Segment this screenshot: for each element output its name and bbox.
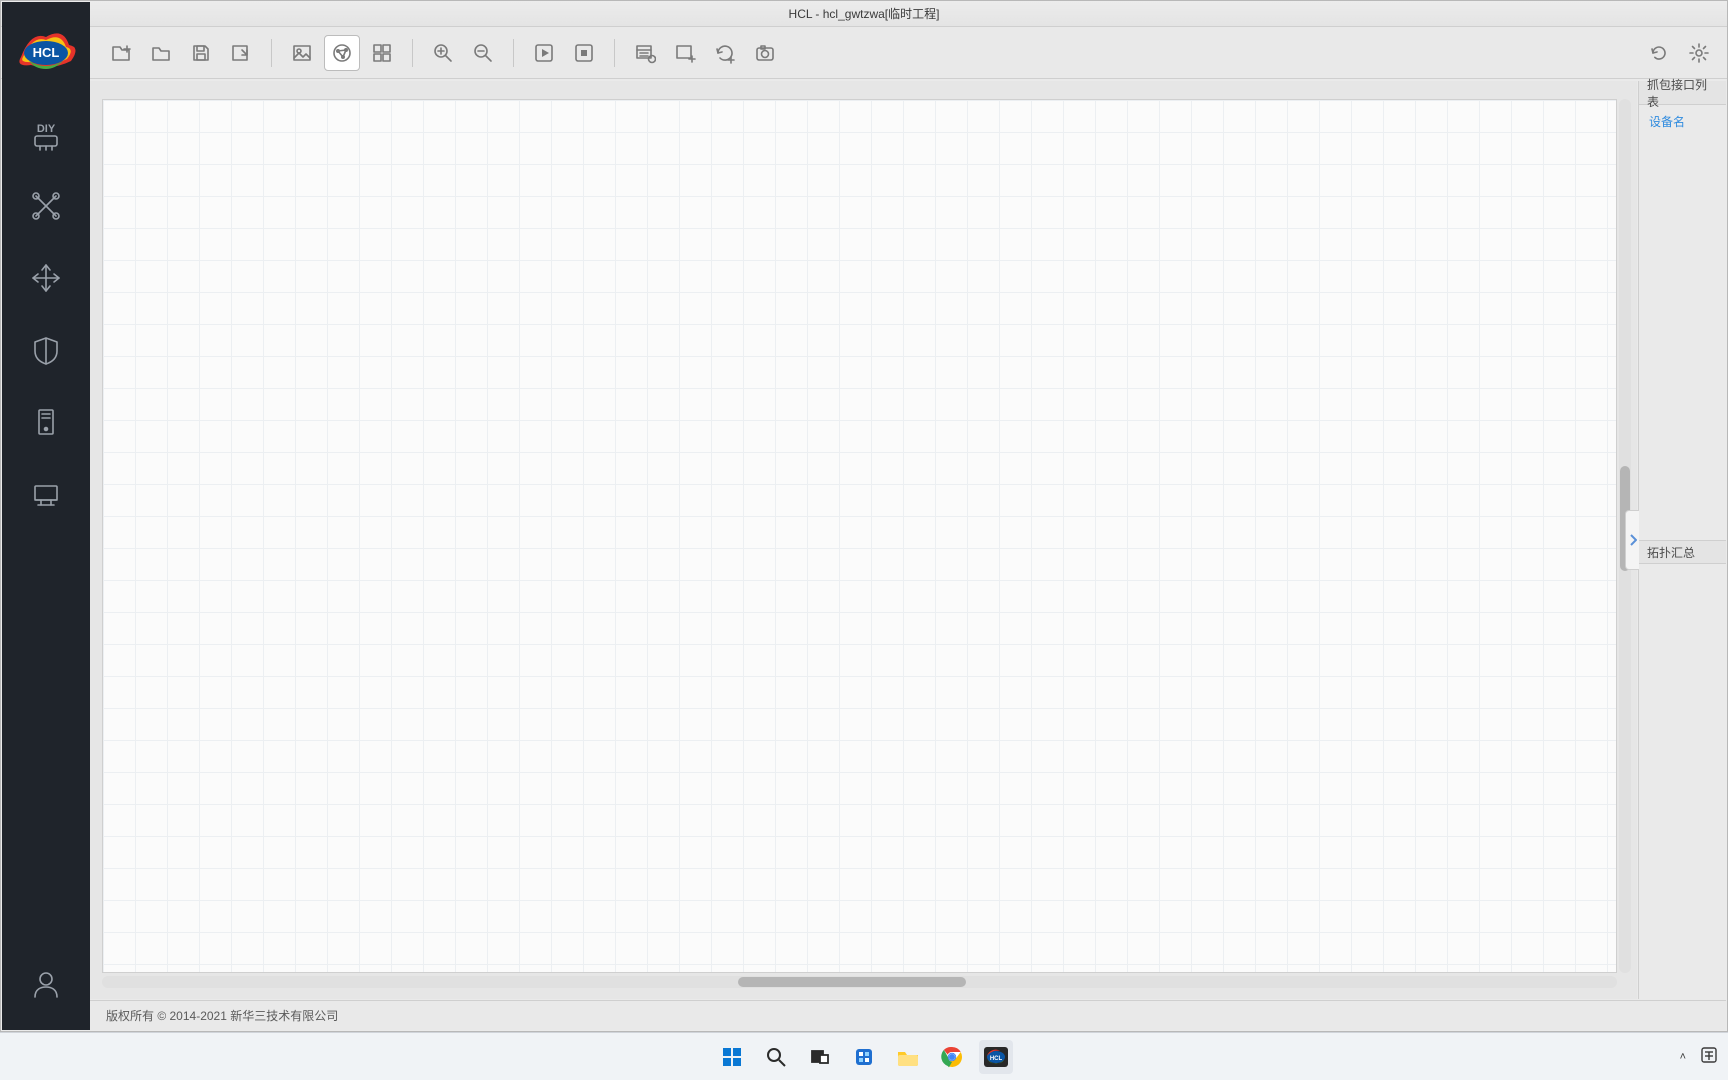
toolbar-separator (513, 39, 514, 67)
panel-collapse-handle[interactable] (1625, 510, 1639, 570)
tray-ime-icon[interactable] (1700, 1046, 1718, 1067)
refresh-button[interactable] (1641, 35, 1677, 71)
sidebar-item-user[interactable] (18, 956, 74, 1012)
status-bar: 版权所有 © 2014-2021 新华三技术有限公司 (90, 1000, 1726, 1030)
search-button[interactable] (759, 1040, 793, 1074)
right-panel: 抓包接口列表 设备名 拓扑汇总 (1638, 81, 1726, 999)
toolbar-separator (271, 39, 272, 67)
topology-canvas[interactable] (102, 99, 1617, 973)
screenshot-button[interactable] (747, 35, 783, 71)
window-title: HCL - hcl_gwtzwa[临时工程] (789, 5, 940, 22)
capture-interface-list-header[interactable]: 抓包接口列表 (1639, 81, 1726, 105)
windows-taskbar: HCL ˄ (0, 1032, 1728, 1080)
sidebar-item-topology[interactable] (18, 178, 74, 234)
add-window-button[interactable] (627, 35, 663, 71)
sidebar-item-host[interactable] (18, 466, 74, 522)
zoom-in-button[interactable] (425, 35, 461, 71)
add-cycle-button[interactable] (707, 35, 743, 71)
sidebar-item-server[interactable] (18, 394, 74, 450)
settings-button[interactable] (1681, 35, 1717, 71)
zoom-out-button[interactable] (465, 35, 501, 71)
add-panel-button[interactable] (667, 35, 703, 71)
app-window: HCL DIY HCL - hcl_gwtzwa[临时工程] (0, 0, 1728, 1032)
new-project-button[interactable] (103, 35, 139, 71)
hcl-logo: HCL (10, 22, 82, 76)
widgets-button[interactable] (847, 1040, 881, 1074)
tray-expand-icon[interactable]: ˄ (1680, 1051, 1686, 1063)
topology-map-button[interactable] (324, 35, 360, 71)
scrollbar-thumb[interactable] (738, 977, 965, 987)
horizontal-scrollbar[interactable] (102, 976, 1617, 988)
start-button[interactable] (715, 1040, 749, 1074)
save-project-button[interactable] (183, 35, 219, 71)
system-tray: ˄ (1680, 1046, 1718, 1067)
title-bar: HCL - hcl_gwtzwa[临时工程] (1, 1, 1727, 27)
export-button[interactable] (223, 35, 259, 71)
copyright-text: 版权所有 © 2014-2021 新华三技术有限公司 (106, 1007, 338, 1024)
grid-layout-button[interactable] (364, 35, 400, 71)
chrome-button[interactable] (935, 1040, 969, 1074)
topology-summary-header[interactable]: 拓扑汇总 (1639, 540, 1726, 564)
sidebar-item-move[interactable] (18, 250, 74, 306)
open-project-button[interactable] (143, 35, 179, 71)
device-name-link[interactable]: 设备名 (1639, 105, 1726, 138)
main-toolbar (1, 27, 1727, 79)
toolbar-separator (412, 39, 413, 67)
svg-text:HCL: HCL (990, 1056, 1003, 1062)
svg-text:HCL: HCL (33, 45, 60, 60)
diy-label: DIY (37, 123, 56, 135)
section-title: 抓包接口列表 (1647, 76, 1718, 110)
sidebar-item-firewall[interactable] (18, 322, 74, 378)
insert-image-button[interactable] (284, 35, 320, 71)
section-title: 拓扑汇总 (1647, 544, 1695, 561)
task-view-button[interactable] (803, 1040, 837, 1074)
vertical-sidebar: HCL DIY (2, 2, 90, 1030)
stop-button[interactable] (566, 35, 602, 71)
file-explorer-button[interactable] (891, 1040, 925, 1074)
play-button[interactable] (526, 35, 562, 71)
hcl-taskbar-button[interactable]: HCL (979, 1040, 1013, 1074)
canvas-area (90, 81, 1637, 999)
sidebar-item-diy[interactable]: DIY (18, 106, 74, 162)
toolbar-separator (614, 39, 615, 67)
